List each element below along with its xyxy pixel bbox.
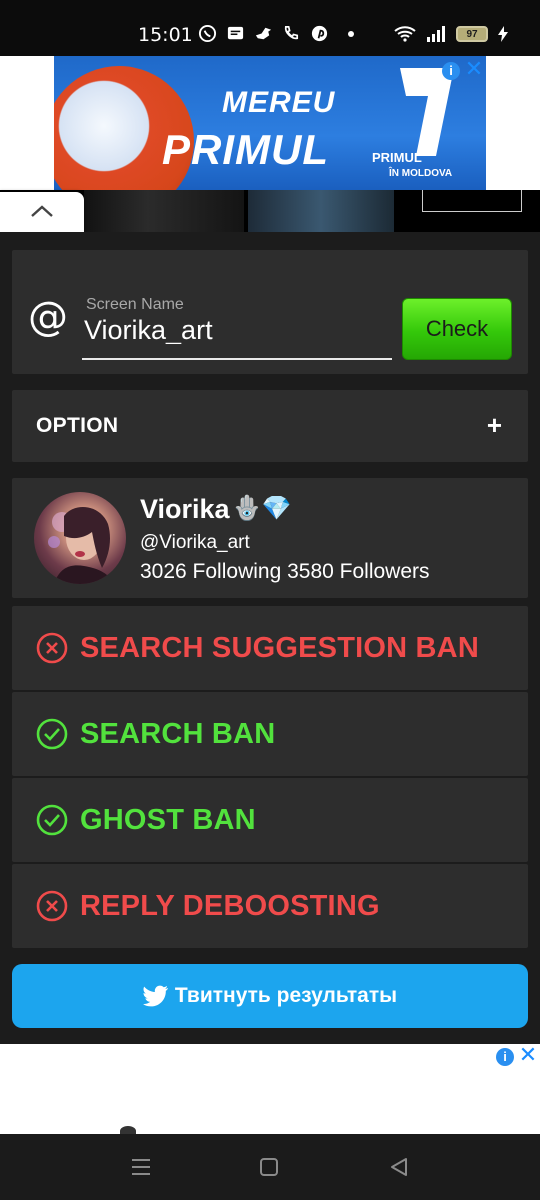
result-row-search-ban: SEARCH BAN <box>12 692 528 776</box>
message-icon <box>227 26 244 40</box>
ad-image[interactable]: MEREU PRIMUL PRIMUL ÎN MOLDOVA <box>54 56 486 190</box>
strip-image <box>248 190 394 232</box>
option-panel[interactable]: OPTION + <box>12 390 528 462</box>
ad-headline-2: PRIMUL <box>162 126 329 173</box>
status-time: 15:01 <box>138 24 193 46</box>
profile-handle: @Viorika_art <box>140 532 250 553</box>
search-panel: @ Screen Name Check <box>12 250 528 374</box>
collapse-ad-button[interactable] <box>0 192 84 232</box>
result-row-reply-deboosting: REPLY DEBOOSTING <box>12 864 528 948</box>
back-triangle-icon <box>391 1158 407 1176</box>
profile-emoji: 🪬💎 <box>232 494 292 522</box>
viber-icon <box>198 24 217 43</box>
expand-plus-icon[interactable]: + <box>487 410 502 441</box>
profile-name: Viorika <box>140 494 230 524</box>
avatar <box>34 492 126 584</box>
ad-brand-sub: ÎN MOLDOVA <box>389 168 453 179</box>
tweet-results-button[interactable]: Твитнуть результаты <box>12 964 528 1028</box>
ad-brand: PRIMUL <box>372 150 422 165</box>
system-nav-bar <box>0 1134 540 1200</box>
result-label: GHOST BAN <box>80 804 256 836</box>
twitter-bird-icon <box>142 985 168 1007</box>
tweet-button-label: Твитнуть результаты <box>174 984 398 1007</box>
home-button[interactable] <box>254 1152 284 1182</box>
menu-lines-icon <box>132 1159 150 1175</box>
chevron-up-icon <box>31 205 53 217</box>
bottom-ad-banner[interactable]: i ✕ <box>0 1044 540 1136</box>
strip-button-outline <box>422 190 522 212</box>
dot-icon <box>348 30 354 37</box>
result-label: REPLY DEBOOSTING <box>80 890 380 922</box>
result-label: SEARCH SUGGESTION BAN <box>80 632 479 664</box>
status-bar: 15:01 97 <box>0 0 540 56</box>
result-row-search-suggestion-ban: SEARCH SUGGESTION BAN <box>12 606 528 690</box>
strip-image <box>84 190 244 232</box>
notification-icons <box>198 24 354 43</box>
result-row-ghost-ban: GHOST BAN <box>12 778 528 862</box>
ad-info-icon[interactable]: i <box>496 1048 514 1066</box>
at-sign: @ <box>28 294 68 340</box>
main-content: @ Screen Name Check OPTION + Viorika 🪬💎 … <box>0 232 540 1044</box>
charging-icon <box>498 26 508 42</box>
x-circle-icon <box>36 632 68 664</box>
ad-close-icon[interactable]: ✕ <box>464 58 484 80</box>
channel-logo-icon <box>400 68 454 156</box>
profile-stats: 3026 Following 3580 Followers <box>140 560 430 583</box>
pinterest-icon <box>311 25 328 42</box>
option-label: OPTION <box>36 414 119 437</box>
wifi-icon <box>394 26 416 42</box>
top-ad-banner[interactable]: MEREU PRIMUL PRIMUL ÎN MOLDOVA i ✕ <box>0 56 540 190</box>
recent-apps-button[interactable] <box>126 1152 156 1182</box>
x-circle-icon <box>36 890 68 922</box>
system-icons: 97 <box>394 25 508 43</box>
bird-icon <box>255 27 272 40</box>
phone-icon <box>284 25 299 40</box>
check-circle-icon <box>36 718 68 750</box>
profile-card: Viorika 🪬💎 @Viorika_art 3026 Following 3… <box>12 478 528 598</box>
check-circle-icon <box>36 804 68 836</box>
screen-name-label: Screen Name <box>86 296 184 313</box>
screen-name-input[interactable] <box>84 316 390 344</box>
input-underline <box>82 358 392 360</box>
check-button[interactable]: Check <box>402 298 512 360</box>
ad-close-icon[interactable]: ✕ <box>518 1044 538 1066</box>
square-icon <box>260 1158 278 1176</box>
ad-info-icon[interactable]: i <box>442 62 460 80</box>
signal-icon <box>427 26 445 42</box>
back-button[interactable] <box>384 1152 414 1182</box>
result-label: SEARCH BAN <box>80 718 276 750</box>
ad-headline-1: MEREU <box>222 86 336 119</box>
battery-icon: 97 <box>456 26 488 42</box>
